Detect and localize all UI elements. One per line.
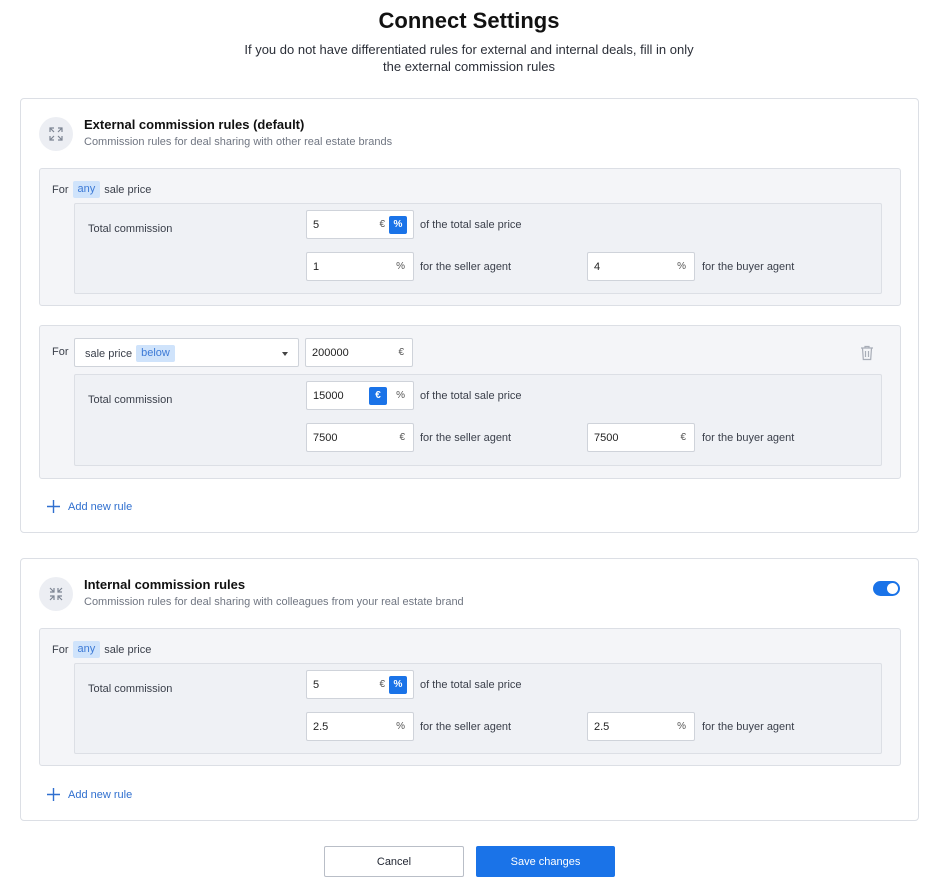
section-description: Commission rules for deal sharing with o…	[84, 136, 393, 148]
seller-commission-input[interactable]: 7500 €	[306, 423, 414, 452]
condition-tag[interactable]: any	[72, 641, 101, 658]
plus-icon	[47, 500, 60, 513]
field-value: 5	[313, 679, 320, 691]
seller-agent-label: for the seller agent	[420, 432, 512, 444]
field-value: 1	[313, 261, 320, 273]
page-subtitle: If you do not have differentiated rules …	[244, 42, 694, 74]
add-new-rule-button[interactable]: Add new rule	[47, 500, 132, 513]
condition-suffix: sale price	[104, 643, 152, 656]
field-value: 2.5	[313, 721, 329, 733]
field-value: 200000	[312, 347, 349, 359]
total-commission-label: Total commission	[88, 394, 173, 406]
unit-label: %	[677, 721, 686, 732]
buyer-agent-label: for the buyer agent	[702, 721, 795, 733]
save-changes-button[interactable]: Save changes	[476, 846, 615, 877]
condition-tag: below	[136, 345, 175, 362]
collapse-icon[interactable]	[39, 577, 73, 611]
rule-card: For sale price below 200000 € Total comm…	[39, 325, 901, 479]
for-label: For	[52, 643, 69, 656]
seller-agent-label: for the seller agent	[420, 261, 512, 273]
internal-rules-toggle[interactable]	[873, 581, 900, 596]
cancel-button[interactable]: Cancel	[324, 846, 464, 877]
internal-commission-section: Internal commission rules Commission rul…	[20, 558, 919, 821]
buyer-commission-input[interactable]: 2.5 %	[587, 712, 695, 741]
unit-label: %	[677, 261, 686, 272]
total-commission-label: Total commission	[88, 223, 173, 235]
page-title: Connect Settings	[378, 8, 560, 33]
euro-unit-toggle[interactable]: €	[369, 387, 387, 405]
seller-commission-input[interactable]: 2.5 %	[306, 712, 414, 741]
of-total-label: of the total sale price	[420, 390, 522, 402]
total-commission-input[interactable]: 5 € %	[306, 670, 414, 699]
condition-tag[interactable]: any	[72, 181, 101, 198]
select-value: sale price	[85, 347, 133, 360]
percent-unit-toggle[interactable]: %	[396, 390, 405, 401]
of-total-label: of the total sale price	[420, 219, 522, 231]
total-commission-label: Total commission	[88, 683, 173, 695]
unit-label: %	[396, 261, 405, 272]
plus-icon	[47, 788, 60, 801]
section-title: External commission rules (default)	[84, 117, 305, 132]
field-value: 4	[594, 261, 601, 273]
for-label: For	[52, 346, 69, 358]
percent-unit-toggle[interactable]: %	[389, 676, 407, 694]
commission-block: Total commission 5 € % of the total sale…	[74, 203, 882, 294]
percent-unit-toggle[interactable]: %	[389, 216, 407, 234]
rule-condition: For any sale price	[52, 641, 151, 658]
add-rule-label: Add new rule	[68, 500, 133, 513]
euro-unit-toggle[interactable]: €	[379, 679, 385, 690]
buyer-commission-input[interactable]: 7500 €	[587, 423, 695, 452]
seller-agent-label: for the seller agent	[420, 721, 512, 733]
field-value: 5	[313, 219, 320, 231]
external-commission-section: External commission rules (default) Comm…	[20, 98, 919, 533]
euro-unit-toggle[interactable]: €	[379, 219, 385, 230]
for-label: For	[52, 183, 69, 196]
threshold-input[interactable]: 200000 €	[305, 338, 413, 367]
field-value: 15000	[313, 390, 344, 402]
rule-card: For any sale price Total commission 5 € …	[39, 168, 901, 306]
unit-label: €	[680, 432, 686, 443]
condition-select[interactable]: sale price below	[74, 338, 299, 367]
seller-commission-input[interactable]: 1 %	[306, 252, 414, 281]
field-value: 7500	[313, 432, 338, 444]
commission-block: Total commission 15000 € % of the total …	[74, 374, 882, 466]
rule-condition: For any sale price	[52, 181, 151, 198]
rule-card: For any sale price Total commission 5 € …	[39, 628, 901, 766]
section-description: Commission rules for deal sharing with c…	[84, 596, 464, 608]
commission-block: Total commission 5 € % of the total sale…	[74, 663, 882, 754]
chevron-down-icon	[282, 352, 288, 356]
condition-suffix: sale price	[104, 183, 152, 196]
unit-label: %	[396, 721, 405, 732]
expand-icon[interactable]	[39, 117, 73, 151]
unit-label: €	[399, 432, 405, 443]
field-value: 2.5	[594, 721, 610, 733]
buyer-commission-input[interactable]: 4 %	[587, 252, 695, 281]
section-title: Internal commission rules	[84, 577, 246, 592]
toggle-knob	[887, 583, 898, 594]
trash-icon[interactable]	[860, 345, 874, 361]
total-commission-input[interactable]: 15000 € %	[306, 381, 414, 410]
of-total-label: of the total sale price	[420, 679, 522, 691]
add-rule-label: Add new rule	[68, 788, 133, 801]
total-commission-input[interactable]: 5 € %	[306, 210, 414, 239]
buyer-agent-label: for the buyer agent	[702, 432, 795, 444]
add-new-rule-button[interactable]: Add new rule	[47, 788, 132, 801]
buyer-agent-label: for the buyer agent	[702, 261, 795, 273]
field-value: 7500	[594, 432, 619, 444]
unit-label: €	[398, 347, 404, 358]
